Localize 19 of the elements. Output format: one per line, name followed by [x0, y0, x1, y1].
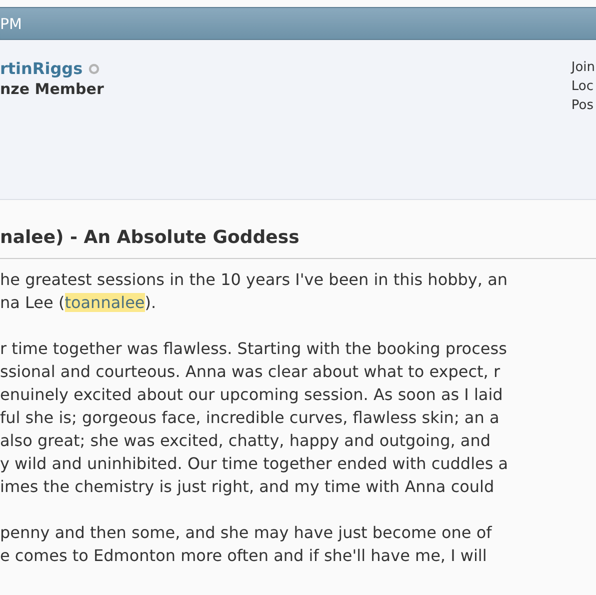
text-line: imes the chemistry is just right, and my time with Anna could	[0, 476, 494, 498]
text-line: r time together was flawless. Starting with the booking process	[0, 338, 507, 360]
text-line: y wild and uninhibited. Our time together ended with cuddles a	[0, 453, 508, 475]
text-line: penny and then some, and she may have just become one of	[0, 522, 492, 544]
member-rank: nze Member	[0, 80, 104, 98]
text-line: na Lee (toannalee).	[0, 292, 156, 314]
detail-label: Pos	[571, 97, 594, 115]
detail-label: Loc	[571, 78, 594, 96]
text-line: ssional and courteous. Anna was clear about what to expect, r	[0, 361, 500, 383]
detail-label: Join	[571, 59, 595, 77]
text-line: he greatest sessions in the 10 years I've been in this hobby, an	[0, 269, 508, 291]
text-line: enuinely excited about our upcoming session. As soon as I laid	[0, 384, 503, 406]
post-title: nalee) - An Absolute Goddess	[0, 227, 596, 259]
text-line: also great; she was excited, chatty, happy and outgoing, and	[0, 430, 490, 452]
text-line: ful she is; gorgeous face, incredible curves, flawless skin; an a	[0, 407, 500, 429]
post-date: PM	[0, 14, 22, 32]
text-line: e comes to Edmonton more often and if she'll have me, I will	[0, 545, 487, 567]
username-link[interactable]: rtinRiggs	[0, 59, 83, 78]
username-link[interactable]: toannalee	[64, 293, 145, 312]
